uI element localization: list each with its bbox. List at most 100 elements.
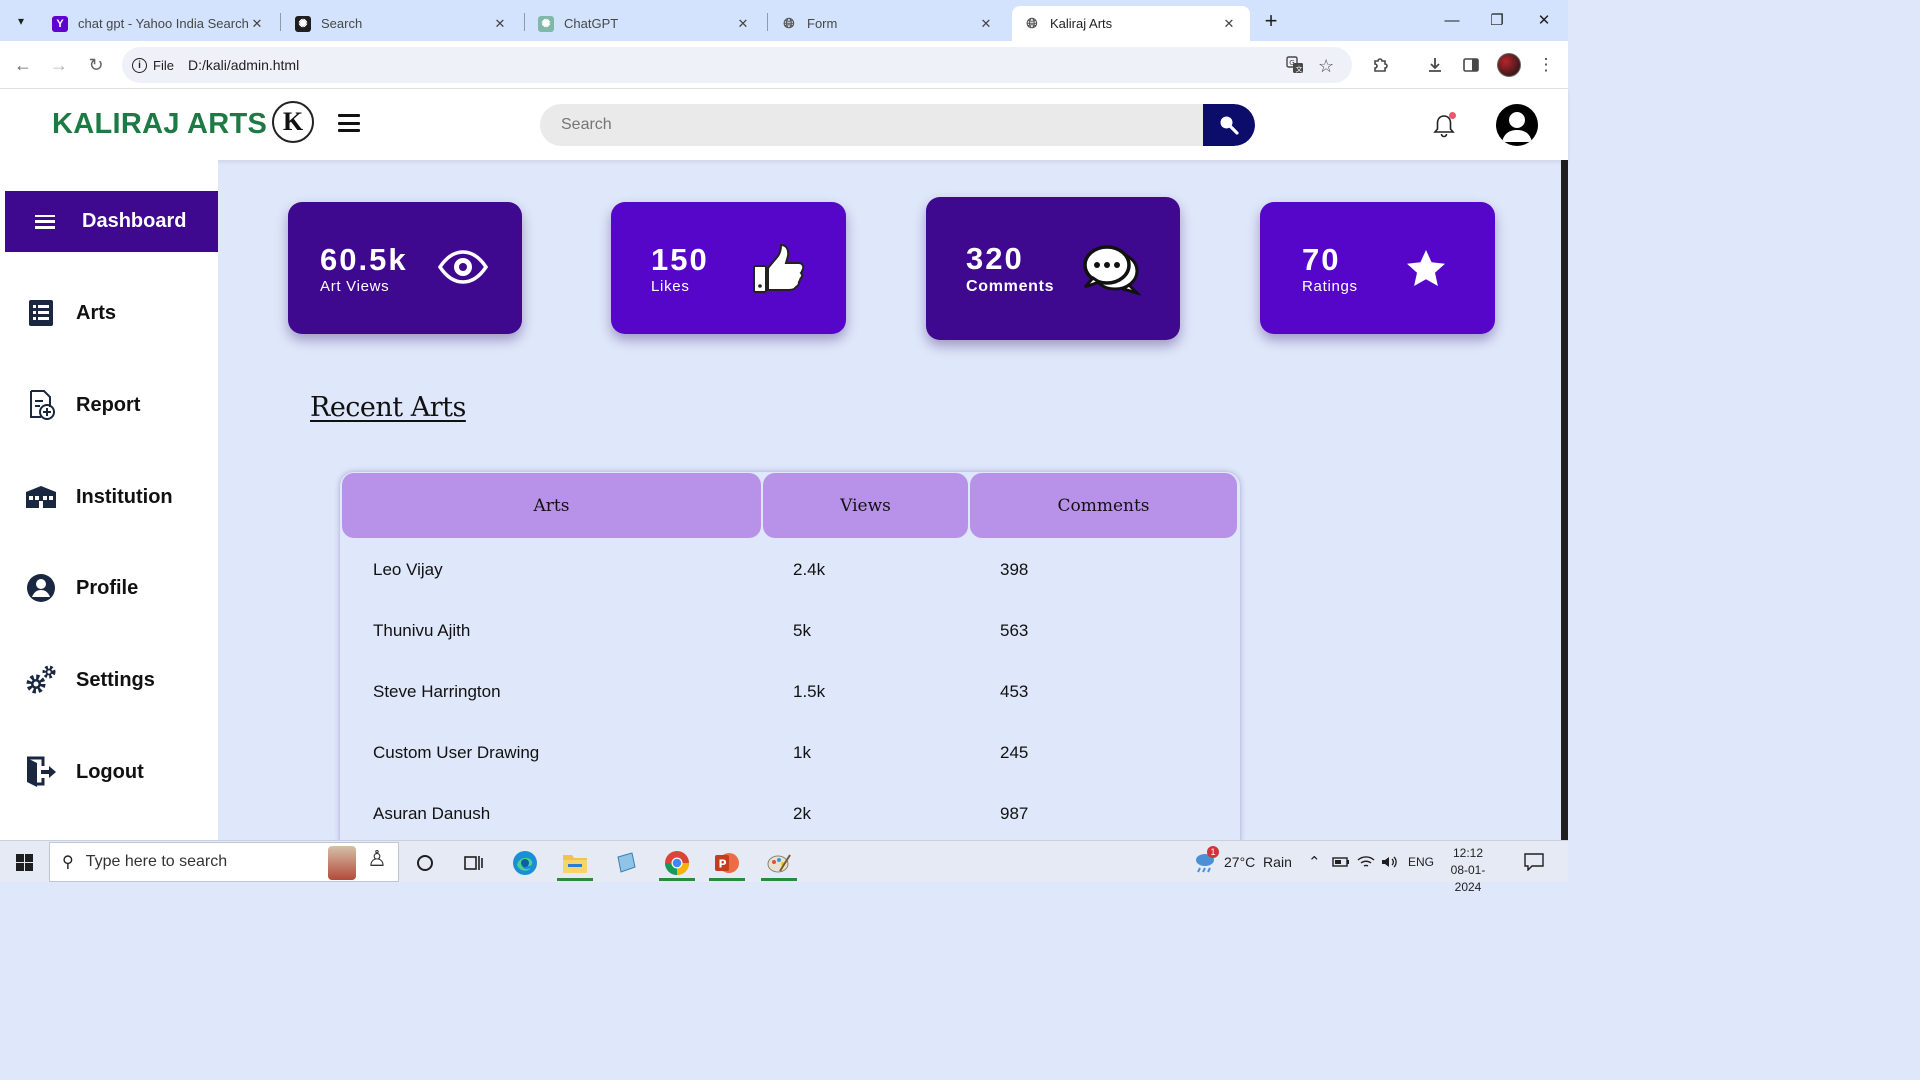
close-icon[interactable]: ✕ <box>977 16 995 32</box>
user-avatar[interactable] <box>1496 104 1538 146</box>
site-info-chip[interactable]: i File <box>132 57 188 73</box>
close-icon[interactable]: ✕ <box>1220 16 1238 32</box>
thumbs-up-icon <box>753 243 805 293</box>
sidebar-item-label: Dashboard <box>82 210 187 232</box>
logout-icon <box>24 756 58 788</box>
art-name-cell: Leo Vijay <box>373 559 443 579</box>
wifi-icon[interactable] <box>1357 841 1375 883</box>
browser-tab-search[interactable]: ✺ Search ✕ <box>283 6 521 41</box>
download-icon[interactable] <box>1423 53 1447 77</box>
tab-title: chat gpt - Yahoo India Search R <box>78 16 248 31</box>
close-icon[interactable]: ✕ <box>248 16 266 32</box>
stat-label: Likes <box>651 278 690 295</box>
close-icon[interactable]: ✕ <box>734 16 752 32</box>
taskbar-clock[interactable]: 12:12 08-01-2024 <box>1438 845 1498 896</box>
browser-profile-avatar[interactable] <box>1497 53 1521 77</box>
windows-start-button[interactable] <box>16 854 33 871</box>
back-button[interactable]: ← <box>10 52 36 78</box>
chat-bubbles-icon <box>1083 245 1141 296</box>
search-button[interactable] <box>1203 104 1255 146</box>
task-view-icon[interactable] <box>452 845 496 881</box>
search-bar <box>540 104 1255 146</box>
site-header: KALIRAJ ARTS K <box>0 89 1568 160</box>
paint-icon[interactable] <box>757 845 801 881</box>
taskbar-search-placeholder: Type here to search <box>85 853 228 870</box>
stat-card-likes[interactable]: 150 Likes <box>611 202 846 334</box>
column-header-views[interactable]: Views <box>763 473 968 538</box>
kebab-menu-icon[interactable]: ⋮ <box>1534 53 1558 77</box>
table-row[interactable]: Leo Vijay 2.4k 398 <box>340 539 1240 600</box>
side-panel-icon[interactable] <box>1459 53 1483 77</box>
sidebar-item-profile[interactable]: Profile <box>24 570 138 606</box>
sidebar-item-settings[interactable]: Settings <box>24 662 155 698</box>
table-row[interactable]: Steve Harrington 1.5k 453 <box>340 661 1240 722</box>
stat-card-ratings[interactable]: 70 Ratings <box>1260 202 1495 334</box>
new-tab-button[interactable]: + <box>1258 8 1284 34</box>
edge-icon[interactable] <box>503 845 547 881</box>
art-name-cell: Thunivu Ajith <box>373 620 471 640</box>
volume-icon[interactable] <box>1381 841 1399 883</box>
browser-tab-kaliraj-arts[interactable]: 🌐︎ Kaliraj Arts ✕ <box>1012 6 1250 41</box>
sidebar-item-dashboard[interactable]: Dashboard <box>5 191 218 252</box>
brand-title[interactable]: KALIRAJ ARTS <box>52 108 267 141</box>
sidebar-item-label: Logout <box>76 760 144 783</box>
running-indicator <box>761 878 797 881</box>
browser-tab-yahoo[interactable]: Y chat gpt - Yahoo India Search R ✕ <box>40 6 278 41</box>
svg-text:P: P <box>719 858 727 871</box>
yahoo-icon: Y <box>52 15 68 32</box>
tab-search-button[interactable]: ▾ <box>8 8 34 34</box>
chrome-icon[interactable] <box>655 845 699 881</box>
art-name-cell: Steve Harrington <box>373 681 501 701</box>
powerpoint-icon[interactable]: P <box>705 845 749 881</box>
search-input[interactable] <box>540 104 1203 146</box>
gears-icon <box>24 664 58 696</box>
address-bar[interactable]: i File D:/kali/admin.html G文 ☆ <box>122 47 1352 83</box>
restore-button[interactable]: ❐ <box>1482 6 1512 34</box>
sidebar-item-label: Profile <box>76 576 139 599</box>
column-header-arts[interactable]: Arts <box>342 473 761 538</box>
forward-button[interactable]: → <box>46 52 72 78</box>
close-icon[interactable]: ✕ <box>491 16 509 32</box>
show-hidden-icons-chevron-icon[interactable]: ⌃ <box>1308 841 1321 883</box>
extensions-icon[interactable] <box>1369 53 1393 77</box>
sidebar-item-institution[interactable]: Institution <box>24 479 173 515</box>
comments-cell: 453 <box>1000 681 1029 701</box>
views-cell: 1k <box>793 742 811 762</box>
translate-icon[interactable]: G文 <box>1286 56 1304 79</box>
table-row[interactable]: Custom User Drawing 1k 245 <box>340 722 1240 783</box>
file-explorer-icon[interactable] <box>553 845 597 881</box>
clock-date: 08-01-2024 <box>1450 863 1486 894</box>
table-row[interactable]: Thunivu Ajith 5k 563 <box>340 600 1240 661</box>
browser-tab-chatgpt[interactable]: ✺ ChatGPT ✕ <box>526 6 764 41</box>
running-indicator <box>709 878 745 881</box>
table-row[interactable]: Asuran Danush 2k 987 <box>340 783 1240 844</box>
cortana-icon[interactable] <box>403 845 447 881</box>
sidebar-item-logout[interactable]: Logout <box>24 754 144 790</box>
sidebar-item-arts[interactable]: Arts <box>24 295 116 331</box>
taskbar-search-box[interactable]: ⚲ Type here to search ♙ <box>49 842 399 882</box>
url-text[interactable]: D:/kali/admin.html <box>188 57 299 73</box>
running-indicator <box>557 878 593 881</box>
battery-icon[interactable] <box>1332 841 1350 883</box>
notification-center-icon[interactable] <box>1524 841 1544 883</box>
windows-taskbar: ⚲ Type here to search ♙ P 1 27°C Rain ⌃ <box>0 840 1568 894</box>
search-highlight-image-icon <box>328 846 356 880</box>
views-cell: 1.5k <box>793 681 826 701</box>
hamburger-menu-icon[interactable] <box>338 114 360 132</box>
close-window-button[interactable]: ✕ <box>1529 6 1559 34</box>
language-indicator[interactable]: ENG <box>1408 841 1434 883</box>
page-scrollbar[interactable] <box>1561 160 1568 840</box>
browser-tab-form[interactable]: 🌐︎ Form ✕ <box>769 6 1007 41</box>
bookmark-star-icon[interactable]: ☆ <box>1318 56 1334 77</box>
minimize-button[interactable]: — <box>1437 6 1467 34</box>
reload-button[interactable]: ↻ <box>83 52 109 78</box>
weather-rain-icon: 1 <box>1192 846 1219 875</box>
sidebar-item-report[interactable]: Report <box>24 387 140 423</box>
stat-card-art-views[interactable]: 60.5k Art Views <box>288 202 522 334</box>
stat-card-comments[interactable]: 320 Comments <box>926 197 1180 340</box>
tab-separator <box>767 13 768 31</box>
column-header-comments[interactable]: Comments <box>970 473 1237 538</box>
user-circle-icon <box>24 572 58 604</box>
notepad-icon[interactable] <box>604 845 648 881</box>
weather-widget[interactable]: 1 27°C Rain <box>1192 841 1292 883</box>
